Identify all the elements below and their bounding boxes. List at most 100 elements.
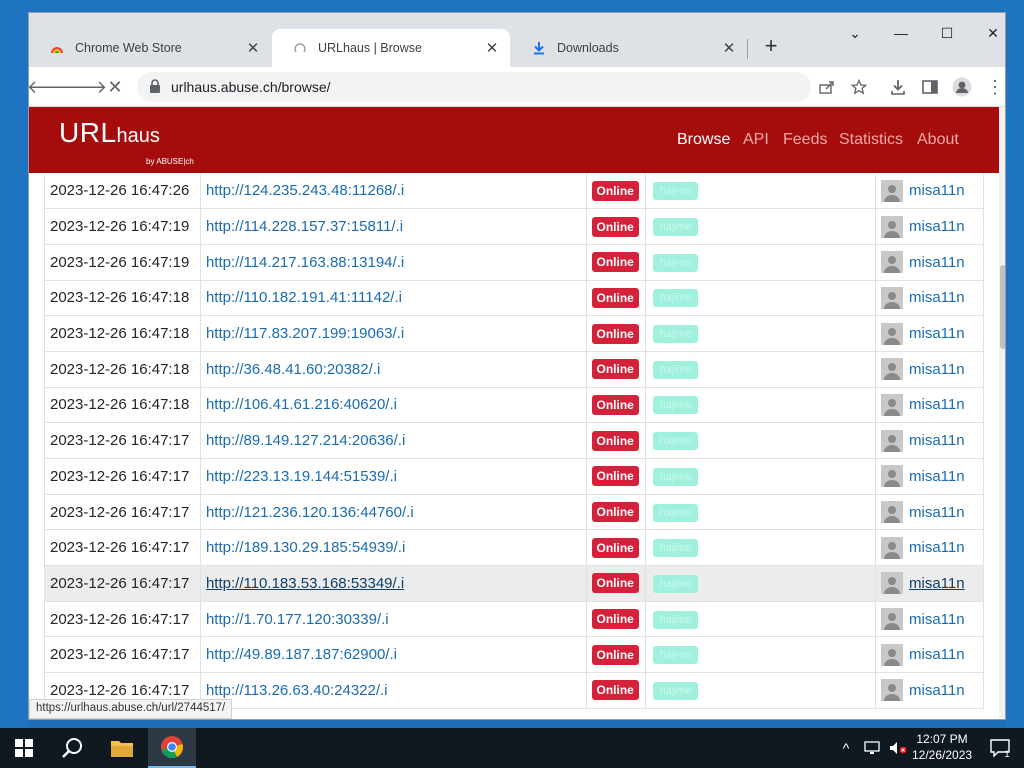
tag-badge[interactable]: hajime — [653, 218, 698, 237]
reporter-link[interactable]: misa11n — [909, 682, 965, 699]
site-header: URLhaus by ABUSE|ch Browse API Feeds Sta… — [29, 107, 999, 173]
reporter-link[interactable]: misa11n — [909, 289, 965, 306]
tag-badge[interactable]: hajime — [653, 289, 698, 308]
reporter-link[interactable]: misa11n — [909, 182, 965, 199]
reporter-link[interactable]: misa11n — [909, 325, 965, 342]
tag-badge[interactable]: hajime — [653, 646, 698, 665]
malware-url-link[interactable]: http://106.41.61.216:40620/.i — [206, 396, 397, 413]
start-button[interactable] — [0, 728, 48, 768]
tag-badge[interactable]: hajime — [653, 681, 698, 700]
tab-title: Chrome Web Store — [75, 41, 182, 55]
file-explorer-icon[interactable] — [98, 728, 146, 768]
malware-url-link[interactable]: http://223.13.19.144:51539/.i — [206, 468, 397, 485]
status-cell: Online — [586, 458, 647, 495]
reporter-link[interactable]: misa11n — [909, 361, 965, 378]
status-cell: Online — [586, 494, 647, 531]
bookmark-star-icon[interactable] — [849, 77, 869, 97]
tag-badge[interactable]: hajime — [653, 432, 698, 451]
close-tab-icon[interactable]: ✕ — [719, 39, 739, 57]
table-row: 2023-12-26 16:47:18 http://117.83.207.199… — [44, 315, 984, 352]
avatar — [881, 179, 903, 202]
reporter-link[interactable]: misa11n — [909, 254, 965, 271]
network-icon[interactable] — [860, 728, 884, 768]
stop-loading-button[interactable]: ✕ — [101, 73, 129, 101]
side-panel-icon[interactable] — [916, 73, 944, 101]
nav-api[interactable]: API — [743, 131, 769, 149]
table-row: 2023-12-26 16:47:17 http://49.89.187.187:… — [44, 636, 984, 674]
reporter-cell: misa11n — [875, 529, 984, 567]
malware-url-link[interactable]: http://113.26.63.40:24322/.i — [206, 682, 388, 699]
date-added-cell: 2023-12-26 16:47:18 — [44, 351, 201, 388]
tag-badge[interactable]: hajime — [653, 396, 698, 415]
date-added-cell: 2023-12-26 16:47:17 — [44, 565, 201, 602]
tag-badge[interactable]: hajime — [653, 325, 698, 344]
reporter-link[interactable]: misa11n — [909, 646, 965, 663]
tag-badge[interactable]: hajime — [653, 610, 698, 629]
reporter-link[interactable]: misa11n — [909, 575, 965, 592]
tag-badge[interactable]: hajime — [653, 539, 698, 558]
tag-badge[interactable]: hajime — [653, 360, 698, 379]
malware-url-link[interactable]: http://114.217.163.88:13194/.i — [206, 254, 404, 271]
nav-statistics[interactable]: Statistics — [839, 131, 903, 149]
urlhaus-logo[interactable]: URLhaus by ABUSE|ch — [59, 117, 194, 166]
malware-url-link[interactable]: http://110.182.191.41:11142/.i — [206, 289, 402, 306]
url-cell: http://89.149.127.214:20636/.i — [200, 422, 587, 459]
reporter-cell: misa11n — [875, 601, 984, 638]
menu-kebab-icon[interactable]: ⋮ — [981, 73, 1005, 101]
malware-url-link[interactable]: http://121.236.120.136:44760/.i — [206, 504, 414, 521]
nav-feeds[interactable]: Feeds — [783, 131, 827, 149]
status-cell: Online — [586, 387, 647, 424]
tag-badge[interactable]: hajime — [653, 253, 698, 272]
close-window-button[interactable]: ✕ — [970, 25, 1005, 49]
maximize-button[interactable]: ☐ — [924, 25, 970, 49]
search-icon[interactable] — [48, 728, 96, 768]
malware-url-link[interactable]: http://1.70.177.120:30339/.i — [206, 611, 389, 628]
reporter-link[interactable]: misa11n — [909, 396, 965, 413]
reporter-link[interactable]: misa11n — [909, 504, 965, 521]
malware-url-link[interactable]: http://36.48.41.60:20382/.i — [206, 361, 380, 378]
profile-avatar-icon[interactable] — [948, 73, 976, 101]
tab-search-icon[interactable]: ⌄ — [832, 25, 878, 49]
minimize-button[interactable]: — — [878, 25, 924, 49]
downloads-icon[interactable] — [884, 73, 912, 101]
malware-url-link[interactable]: http://110.183.53.168:53349/.i — [206, 575, 404, 592]
malware-url-link[interactable]: http://114.228.157.37:15811/.i — [206, 218, 403, 235]
tag-badge[interactable]: hajime — [653, 182, 698, 201]
tab-urlhaus[interactable]: URLhaus | Browse ✕ — [272, 29, 510, 67]
page-scrollbar[interactable] — [999, 107, 1005, 719]
system-clock[interactable]: 12:07 PM 12/26/2023 — [912, 731, 972, 763]
malware-url-link[interactable]: http://117.83.207.199:19063/.i — [206, 325, 404, 342]
tag-badge[interactable]: hajime — [653, 503, 698, 522]
status-cell: Online — [586, 636, 647, 674]
tags-cell: hajime — [645, 636, 876, 674]
reporter-link[interactable]: misa11n — [909, 539, 965, 556]
malware-url-link[interactable]: http://49.89.187.187:62900/.i — [206, 646, 397, 663]
malware-url-link[interactable]: http://89.149.127.214:20636/.i — [206, 432, 405, 449]
new-tab-button[interactable]: + — [757, 35, 785, 59]
close-tab-icon[interactable]: ✕ — [482, 39, 502, 57]
volume-muted-icon[interactable] — [886, 728, 910, 768]
nav-browse[interactable]: Browse — [677, 131, 730, 149]
abuse-ch-byline: by ABUSE|ch — [146, 157, 194, 166]
reporter-link[interactable]: misa11n — [909, 432, 965, 449]
tag-badge[interactable]: hajime — [653, 574, 698, 593]
address-bar[interactable]: urlhaus.abuse.ch/browse/ — [137, 72, 867, 102]
tab-downloads[interactable]: Downloads ✕ — [511, 29, 747, 67]
reporter-link[interactable]: misa11n — [909, 218, 965, 235]
malware-url-link[interactable]: http://189.130.29.185:54939/.i — [206, 539, 405, 556]
chrome-taskbar-icon[interactable] — [148, 728, 196, 768]
forward-button[interactable]: 🡒 — [59, 73, 107, 101]
tab-bar: Chrome Web Store ✕ URLhaus | Browse ✕ Do… — [29, 13, 1005, 67]
tag-badge[interactable]: hajime — [653, 467, 698, 486]
notifications-icon[interactable]: 1 — [980, 728, 1020, 768]
show-hidden-icons-chevron-icon[interactable]: ^ — [836, 728, 856, 768]
reporter-link[interactable]: misa11n — [909, 468, 965, 485]
close-tab-icon[interactable]: ✕ — [243, 39, 263, 57]
share-icon[interactable] — [817, 77, 837, 97]
reporter-link[interactable]: misa11n — [909, 611, 965, 628]
scrollbar-thumb[interactable] — [1000, 265, 1005, 349]
nav-about[interactable]: About — [917, 131, 959, 149]
tab-chrome-web-store[interactable]: Chrome Web Store ✕ — [29, 29, 271, 67]
download-icon — [531, 40, 547, 56]
malware-url-link[interactable]: http://124.235.243.48:11268/.i — [206, 182, 404, 199]
